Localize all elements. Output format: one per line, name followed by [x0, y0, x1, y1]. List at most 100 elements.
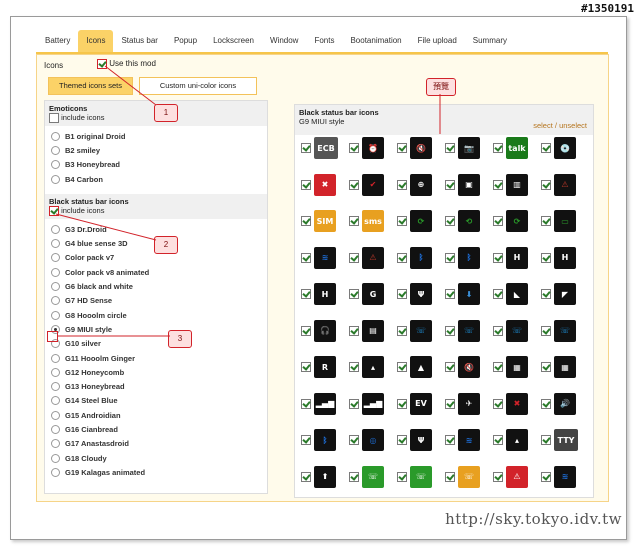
icon-checkbox[interactable] [349, 143, 359, 153]
unselect-link[interactable]: unselect [559, 121, 587, 130]
icon-checkbox[interactable] [493, 398, 503, 409]
radio-button[interactable] [51, 160, 60, 170]
icon-checkbox[interactable] [349, 398, 359, 409]
icon-checkbox[interactable] [445, 143, 455, 153]
radio-button[interactable] [51, 353, 60, 363]
icon-checkbox[interactable] [301, 179, 311, 190]
icon-checkbox[interactable] [541, 289, 551, 299]
tab-bootanimation[interactable]: Bootanimation [342, 30, 409, 52]
radio-button[interactable] [51, 145, 60, 155]
icon-checkbox[interactable] [493, 179, 503, 190]
icon-checkbox[interactable] [301, 471, 311, 482]
radio-option[interactable]: G10 silver [45, 337, 267, 351]
icon-checkbox[interactable] [445, 398, 455, 409]
select-link[interactable]: select [533, 121, 553, 130]
radio-button[interactable] [51, 282, 60, 292]
icon-checkbox[interactable] [445, 471, 455, 482]
icon-checkbox[interactable] [397, 252, 407, 263]
radio-button[interactable] [51, 439, 60, 449]
icon-checkbox[interactable] [301, 289, 311, 299]
icon-checkbox[interactable] [349, 179, 359, 190]
icon-checkbox[interactable] [397, 471, 407, 482]
icon-checkbox[interactable] [349, 252, 359, 263]
radio-option[interactable]: G16 Cianbread [45, 422, 267, 436]
icon-checkbox[interactable] [541, 325, 551, 336]
tab-fonts[interactable]: Fonts [306, 30, 342, 52]
radio-button[interactable] [51, 253, 60, 263]
radio-option[interactable]: G7 HD Sense [45, 294, 267, 308]
icon-checkbox[interactable] [493, 252, 503, 263]
radio-button[interactable] [51, 453, 60, 463]
radio-option[interactable]: G18 Cloudy [45, 451, 267, 465]
tab-status-bar[interactable]: Status bar [113, 30, 165, 52]
radio-option[interactable]: G17 Anastasdroid [45, 437, 267, 451]
radio-option[interactable]: G9 MIUI style [45, 322, 267, 336]
icon-checkbox[interactable] [397, 289, 407, 299]
tab-file-upload[interactable]: File upload [410, 30, 465, 52]
icon-checkbox[interactable] [541, 362, 551, 372]
use-mod-toggle[interactable]: Use this mod [97, 59, 156, 69]
icon-checkbox[interactable] [541, 435, 551, 445]
icon-checkbox[interactable] [541, 179, 551, 190]
icon-checkbox[interactable] [493, 216, 503, 226]
icon-checkbox[interactable] [301, 362, 311, 372]
radio-button[interactable] [51, 296, 60, 306]
emoticons-include-checkbox[interactable] [49, 113, 59, 124]
tab-window[interactable]: Window [262, 30, 306, 52]
icon-checkbox[interactable] [541, 143, 551, 153]
icon-checkbox[interactable] [349, 216, 359, 226]
icon-checkbox[interactable] [301, 398, 311, 409]
icon-checkbox[interactable] [397, 362, 407, 372]
icon-checkbox[interactable] [397, 216, 407, 226]
radio-button[interactable] [51, 174, 60, 184]
icon-checkbox[interactable] [301, 143, 311, 153]
radio-button[interactable] [51, 267, 60, 277]
tab-battery[interactable]: Battery [36, 30, 78, 52]
radio-option[interactable]: G15 Androidian [45, 408, 267, 422]
radio-button[interactable] [51, 310, 60, 320]
radio-button[interactable] [51, 224, 60, 234]
tab-lockscreen[interactable]: Lockscreen [205, 30, 262, 52]
icon-checkbox[interactable] [541, 471, 551, 482]
icon-checkbox[interactable] [301, 435, 311, 445]
icon-checkbox[interactable] [397, 143, 407, 153]
icon-checkbox[interactable] [445, 362, 455, 372]
icon-checkbox[interactable] [301, 252, 311, 263]
radio-button[interactable] [51, 131, 60, 141]
use-mod-checkbox[interactable] [97, 59, 107, 69]
icon-checkbox[interactable] [493, 289, 503, 299]
icon-checkbox[interactable] [493, 362, 503, 372]
tab-popup[interactable]: Popup [166, 30, 205, 52]
icon-checkbox[interactable] [349, 471, 359, 482]
icon-checkbox[interactable] [397, 325, 407, 336]
radio-button[interactable] [51, 410, 60, 420]
icon-checkbox[interactable] [349, 325, 359, 336]
radio-option[interactable]: B3 Honeybread [45, 158, 267, 172]
radio-option[interactable]: G13 Honeybread [45, 379, 267, 393]
icon-checkbox[interactable] [445, 435, 455, 445]
radio-option[interactable]: G3 Dr.Droid [45, 222, 267, 236]
icon-checkbox[interactable] [397, 179, 407, 190]
radio-option[interactable]: G11 Hooolm Ginger [45, 351, 267, 365]
radio-button[interactable] [51, 467, 60, 477]
radio-option[interactable]: B4 Carbon [45, 172, 267, 186]
icon-checkbox[interactable] [349, 289, 359, 299]
icon-checkbox[interactable] [493, 471, 503, 482]
icon-checkbox[interactable] [301, 216, 311, 226]
radio-button[interactable] [51, 396, 60, 406]
radio-option[interactable]: G6 black and white [45, 279, 267, 293]
icon-checkbox[interactable] [541, 216, 551, 226]
radio-option[interactable]: B2 smiley [45, 143, 267, 157]
icon-checkbox[interactable] [541, 398, 551, 409]
icon-checkbox[interactable] [493, 143, 503, 153]
radio-option[interactable]: G14 Steel Blue [45, 394, 267, 408]
radio-option[interactable]: G12 Honeycomb [45, 365, 267, 379]
radio-option[interactable]: G19 Kalagas animated [45, 465, 267, 479]
status-icons-include[interactable]: include icons [45, 206, 267, 220]
icon-checkbox[interactable] [397, 398, 407, 409]
icon-checkbox[interactable] [349, 435, 359, 445]
icon-checkbox[interactable] [397, 435, 407, 445]
icon-checkbox[interactable] [445, 179, 455, 190]
radio-button[interactable] [51, 239, 60, 249]
radio-button[interactable] [51, 367, 60, 377]
